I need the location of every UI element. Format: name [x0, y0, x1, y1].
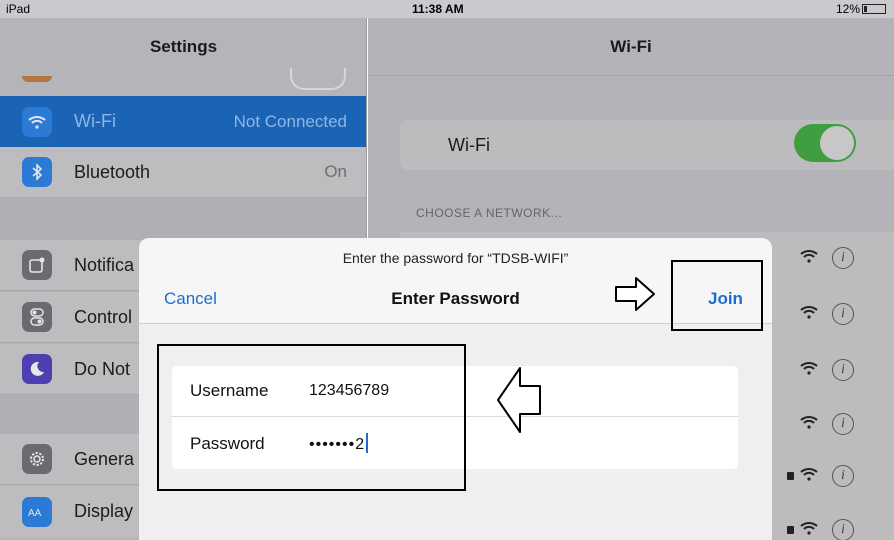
info-icon[interactable]: i — [832, 303, 854, 325]
join-highlight-box — [671, 260, 763, 331]
battery-percent: 12% — [835, 2, 860, 16]
cancel-button[interactable]: Cancel — [164, 289, 217, 309]
list-item[interactable]: i — [774, 398, 894, 450]
list-item[interactable]: i — [774, 288, 894, 340]
sidebar-item-bluetooth[interactable]: Bluetooth On — [0, 147, 366, 198]
sidebar-item-label: Bluetooth — [74, 161, 151, 182]
device-name: iPad — [6, 2, 31, 16]
sidebar-item-wifi[interactable]: Wi-Fi Not Connected — [0, 96, 366, 147]
sidebar-item-label: Notifica — [74, 254, 135, 275]
sidebar-item-label: Display — [74, 501, 134, 521]
wifi-signal-icon — [800, 360, 818, 380]
info-icon[interactable]: i — [832, 359, 854, 381]
section-gap — [0, 199, 366, 240]
info-icon[interactable]: i — [832, 465, 854, 487]
clock: 11:38 AM — [412, 2, 464, 16]
wifi-signal-icon — [800, 520, 818, 540]
lock-icon — [787, 526, 794, 534]
lock-icon — [787, 472, 794, 480]
battery-indicator: 12% — [836, 2, 886, 16]
detail-title: Wi-Fi — [368, 18, 894, 76]
gear-icon — [22, 444, 52, 474]
sidebar-item-label: Do Not — [74, 358, 131, 379]
svg-text:AA: AA — [28, 508, 42, 518]
bluetooth-icon — [22, 157, 52, 187]
battery-icon — [862, 4, 886, 14]
control-center-icon — [22, 302, 52, 332]
list-item[interactable]: i — [774, 232, 894, 284]
wifi-icon — [22, 106, 52, 137]
list-item[interactable]: i — [774, 450, 894, 502]
airplane-mode-toggle[interactable] — [290, 68, 346, 90]
sidebar-item-label: Genera — [74, 448, 135, 469]
wifi-toggle-label: Wi-Fi — [448, 134, 490, 155]
list-item[interactable]: i — [774, 344, 894, 396]
bluetooth-status-value: On — [324, 162, 347, 181]
arrow-right-icon — [615, 277, 655, 311]
do-not-disturb-icon — [22, 354, 52, 384]
wifi-signal-icon — [800, 466, 818, 486]
wifi-signal-icon — [800, 248, 818, 268]
arrow-left-icon — [497, 367, 541, 433]
wifi-toggle[interactable] — [794, 124, 856, 162]
info-icon[interactable]: i — [832, 519, 854, 540]
sidebar-item-label: Wi-Fi — [74, 111, 116, 131]
notifications-icon — [22, 250, 52, 280]
status-bar: iPad 11:38 AM 12% — [0, 0, 894, 18]
list-item[interactable]: i — [774, 504, 894, 540]
sidebar-item-label: Control — [74, 306, 133, 327]
choose-network-header: CHOOSE A NETWORK... — [416, 206, 563, 220]
display-brightness-icon: AA — [22, 496, 52, 527]
wifi-status-value: Not Connected — [233, 111, 347, 131]
airplane-mode-icon — [22, 76, 52, 82]
info-icon[interactable]: i — [832, 413, 854, 435]
wifi-signal-icon — [800, 304, 818, 324]
info-icon[interactable]: i — [832, 247, 854, 269]
credentials-highlight-box — [157, 344, 466, 491]
wifi-signal-icon — [800, 414, 818, 434]
